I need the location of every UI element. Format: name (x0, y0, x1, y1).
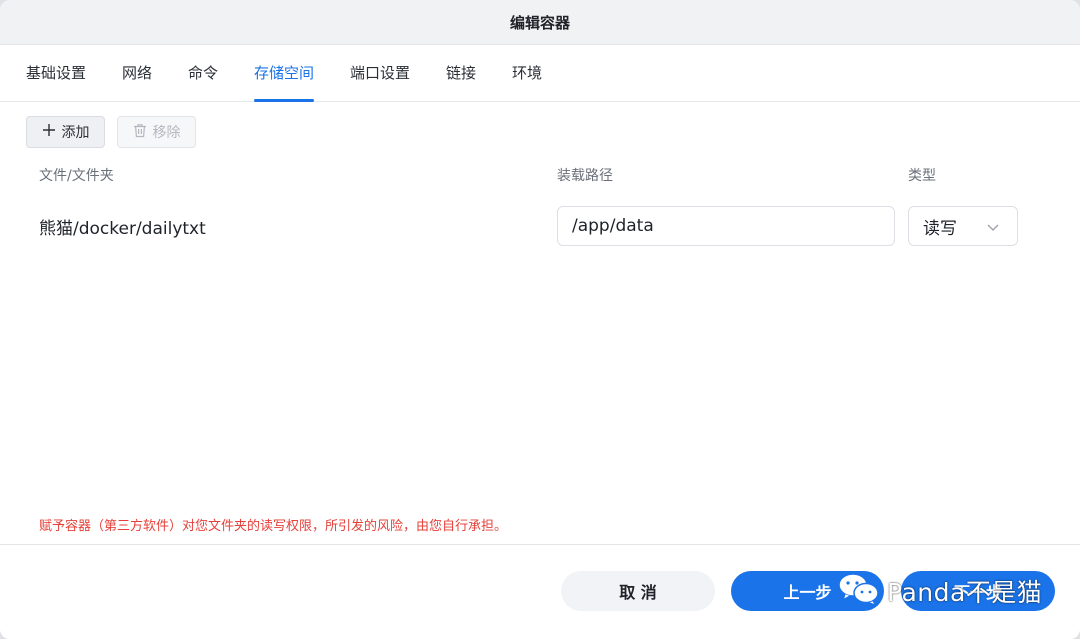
tab-storage[interactable]: 存储空间 (254, 45, 315, 102)
next-button[interactable]: 下一步 (901, 571, 1055, 611)
tab-command[interactable]: 命令 (188, 45, 218, 102)
add-button-label: 添加 (61, 125, 90, 141)
risk-warning: 赋予容器（第三方软件）对您文件夹的读写权限，所引发的风险，由您自行承担。 (39, 519, 508, 534)
edit-container-dialog: 编辑容器 基础设置 网络 命令 存储空间 端口设置 链接 环境 添加 移除 文件… (0, 0, 1080, 639)
trash-icon (133, 123, 147, 142)
dialog-titlebar: 编辑容器 (0, 0, 1080, 45)
column-header-type: 类型 (908, 168, 936, 184)
type-select[interactable]: 读写 (908, 206, 1018, 246)
tab-network[interactable]: 网络 (122, 45, 152, 102)
plus-icon (42, 123, 56, 141)
type-select-value: 读写 (923, 218, 957, 239)
tab-basic-settings[interactable]: 基础设置 (26, 45, 86, 102)
remove-button[interactable]: 移除 (117, 116, 196, 148)
chevron-down-icon (986, 219, 1000, 239)
mount-path-input[interactable] (557, 206, 895, 246)
column-header-folder: 文件/文件夹 (39, 168, 114, 184)
remove-button-label: 移除 (152, 125, 181, 141)
column-header-mount-path: 装载路径 (557, 168, 613, 184)
dialog-title: 编辑容器 (509, 13, 570, 32)
add-button[interactable]: 添加 (26, 116, 105, 148)
tab-links[interactable]: 链接 (446, 45, 476, 102)
cancel-button[interactable]: 取 消 (561, 571, 715, 611)
tab-bar: 基础设置 网络 命令 存储空间 端口设置 链接 环境 (0, 45, 1080, 102)
tab-environment[interactable]: 环境 (512, 45, 542, 102)
tab-port-settings[interactable]: 端口设置 (350, 45, 410, 102)
previous-button[interactable]: 上一步 (731, 571, 884, 611)
table-row-folder: 熊猫/docker/dailytxt (39, 219, 206, 239)
